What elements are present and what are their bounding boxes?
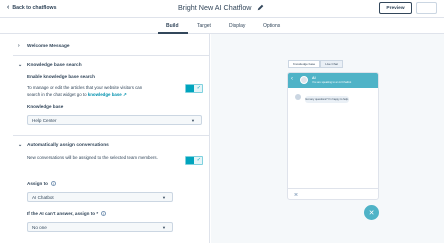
section-title: Knowledge base search (27, 62, 82, 68)
section-title: Welcome Message (27, 43, 70, 49)
attachment-icon: ⌘ (294, 192, 298, 197)
close-chat-icon: ✕ (364, 205, 379, 220)
assign-toggle[interactable]: ✓ (185, 156, 203, 165)
fallback-label: If the AI can't answer, assign to * i (27, 211, 107, 217)
avatar (300, 76, 308, 84)
kb-description: To manage or edit the articles that your… (27, 84, 177, 98)
caret-down-icon: ▼ (191, 118, 195, 123)
caret-down-icon: ▼ (162, 195, 166, 200)
knowledge-base-link[interactable]: knowledge base (88, 92, 122, 97)
fallback-select[interactable]: No one ▼ (27, 222, 173, 232)
tab-bar: Build Target Display Options (0, 18, 444, 34)
bot-name: AI (312, 76, 316, 80)
kb-desc-line-2: search in the chat widget go to knowledg… (27, 91, 177, 98)
section-title: Automatically assign conversations (27, 142, 109, 148)
chat-widget-preview: ‹ AI You are speaking to an AI Chatbot G… (287, 72, 379, 200)
back-label: Back to chatflows (12, 4, 57, 11)
section-knowledge-base[interactable]: ⌄ Knowledge base search (18, 62, 82, 68)
check-icon: ✓ (196, 85, 201, 91)
preview-button[interactable]: Preview (379, 2, 412, 14)
title-wrap: Bright New AI Chatflow (178, 3, 264, 12)
widget-header: ‹ AI You are speaking to an AI Chatbot (288, 73, 378, 88)
back-arrow-icon: ‹ (291, 76, 293, 82)
external-link-icon: ↗ (122, 92, 127, 97)
bot-avatar (295, 94, 301, 100)
kb-select-label: Knowledge base (27, 104, 64, 109)
tab-display[interactable]: Display (229, 23, 245, 29)
assign-to-label: Assign to i (27, 181, 56, 187)
kb-selected-value: Help Center (32, 117, 57, 123)
save-button[interactable] (416, 2, 437, 14)
info-icon[interactable]: i (50, 181, 56, 187)
top-bar: ‹ Back to chatflows Bright New AI Chatfl… (0, 0, 444, 18)
settings-panel: › Welcome Message ⌄ Knowledge base searc… (0, 34, 210, 243)
toggle-knob (186, 157, 194, 164)
assign-description: New conversations will be assigned to th… (27, 155, 158, 160)
divider (13, 55, 210, 56)
tab-build[interactable]: Build (166, 23, 179, 29)
assign-to-select[interactable]: AI Chatbot ▼ (27, 192, 173, 202)
tab-target[interactable]: Target (197, 23, 211, 29)
enable-kb-label: Enable knowledge base search (27, 74, 95, 79)
divider (13, 135, 210, 136)
kb-toggle[interactable]: ✓ (185, 84, 203, 93)
chevron-left-icon: ‹ (7, 4, 10, 11)
info-icon[interactable]: i (101, 211, 107, 217)
bot-subtitle: You are speaking to an AI Chatbot (312, 81, 352, 84)
assign-to-value: AI Chatbot (32, 194, 54, 200)
section-auto-assign[interactable]: ⌄ Automatically assign conversations (18, 142, 109, 148)
chevron-down-icon: ⌄ (18, 142, 23, 148)
check-icon: ✓ (196, 157, 201, 163)
caret-down-icon: ▼ (162, 225, 166, 230)
preview-tab-knowledge-base[interactable]: Knowledge base (288, 60, 321, 68)
fallback-text: If the AI can't answer, assign to * (27, 211, 99, 216)
page-title: Bright New AI Chatflow (178, 3, 252, 12)
pencil-icon[interactable] (257, 4, 264, 11)
kb-desc-text: search in the chat widget go to (27, 92, 87, 97)
preview-panel: Knowledge base Live Chat ‹ AI You are sp… (211, 34, 444, 243)
assign-to-text: Assign to (27, 181, 48, 186)
toggle-knob (186, 85, 194, 92)
section-welcome-message[interactable]: › Welcome Message (18, 43, 70, 49)
back-link[interactable]: ‹ Back to chatflows (7, 4, 56, 11)
tab-options[interactable]: Options (263, 23, 280, 29)
fallback-value: No one (32, 224, 47, 230)
kb-desc-line-1: To manage or edit the articles that your… (27, 85, 143, 90)
preview-tab-live-chat[interactable]: Live Chat (320, 60, 343, 68)
chat-bubble: Got any questions? I'm happy to help. (305, 96, 349, 103)
chevron-down-icon: ⌄ (18, 62, 23, 68)
preview-mode-tabs: Knowledge base Live Chat (288, 60, 343, 68)
knowledge-base-select[interactable]: Help Center ▼ (27, 115, 202, 125)
widget-input-area: ⌘ (288, 188, 378, 199)
chevron-right-icon: › (18, 43, 20, 49)
